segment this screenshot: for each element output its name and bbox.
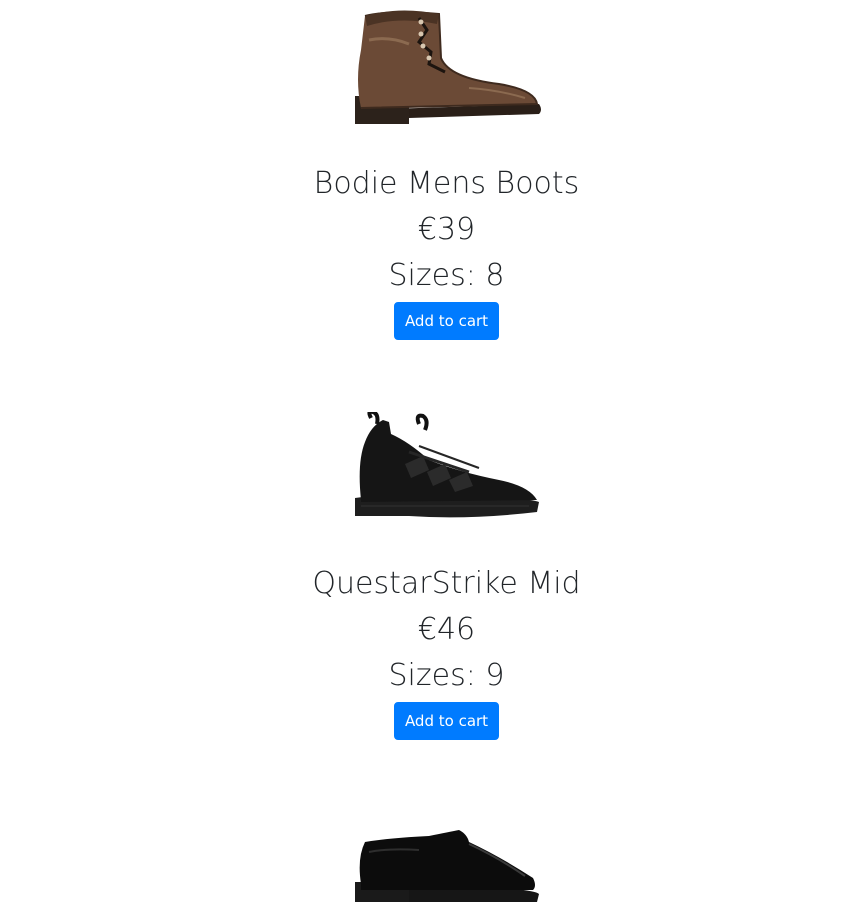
product-price: €39	[417, 212, 476, 247]
product-image-brown-boot	[355, 10, 541, 124]
add-to-cart-button[interactable]: Add to cart	[394, 302, 499, 340]
product-sizes: Sizes: 9	[388, 658, 505, 693]
product-image-black-sneaker	[355, 412, 539, 518]
product-sizes: Sizes: 8	[388, 258, 505, 293]
add-to-cart-button[interactable]: Add to cart	[394, 702, 499, 740]
product-price: €46	[417, 612, 476, 647]
product-name: Bodie Mens Boots	[313, 166, 580, 201]
product-name: QuestarStrike Mid	[312, 566, 581, 601]
product-image-black-loafer	[355, 830, 539, 902]
